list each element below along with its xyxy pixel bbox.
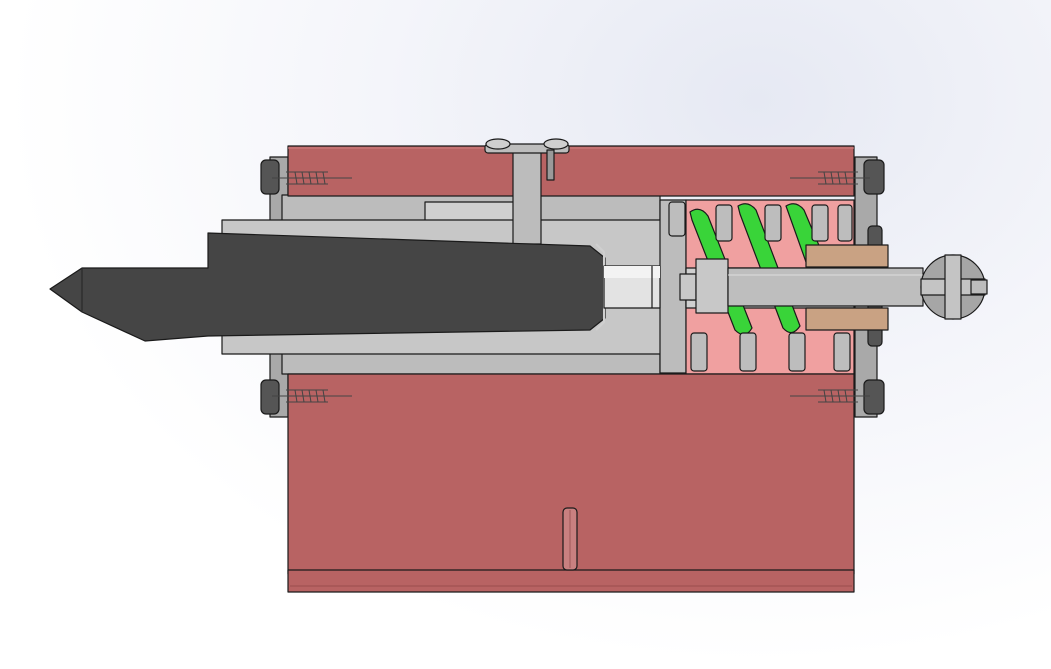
adjustment-knob[interactable] bbox=[920, 254, 988, 320]
plunger-insert bbox=[603, 265, 661, 309]
top-cover bbox=[287, 145, 855, 197]
center-punch-tool bbox=[49, 232, 606, 342]
locating-pin bbox=[562, 507, 578, 571]
cad-viewport[interactable] bbox=[0, 0, 1051, 669]
section-view-model[interactable] bbox=[0, 0, 1051, 669]
